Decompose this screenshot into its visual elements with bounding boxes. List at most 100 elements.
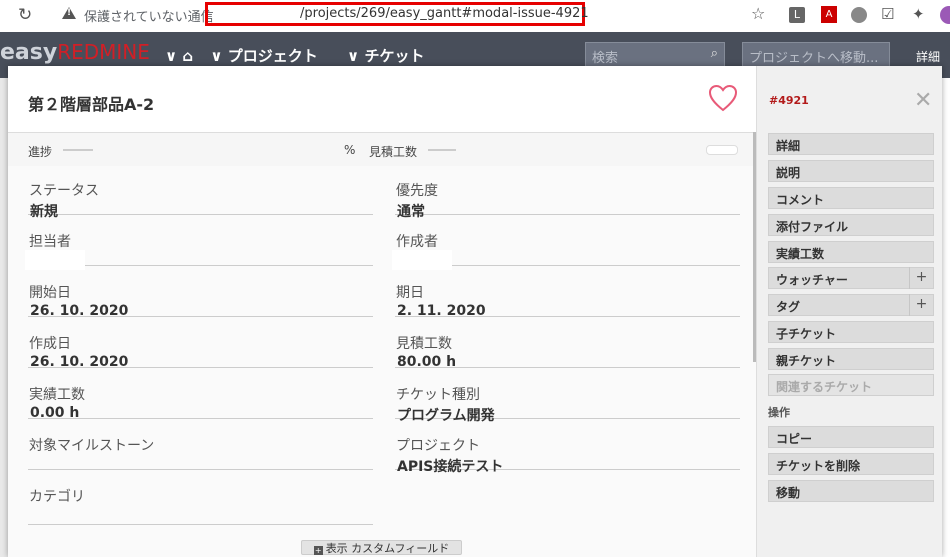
address-bar-url[interactable]: /projects/269/easy_gantt#modal-issue-492… xyxy=(300,6,589,21)
sidebar-item-related-issues: 関連するチケット xyxy=(768,374,934,396)
plus-icon: + xyxy=(313,546,323,555)
profile-avatar[interactable] xyxy=(940,6,950,24)
checklist-extension-icon[interactable]: ☑ xyxy=(881,5,894,23)
move-button[interactable]: 移動 xyxy=(768,480,934,502)
sidebar-item-comments[interactable]: コメント xyxy=(768,187,934,209)
field-created-on: 作成日 26. 10. 2020 xyxy=(28,319,373,370)
insecure-label[interactable]: 保護されていない通信 xyxy=(84,6,214,25)
home-menu-icon[interactable]: ∨ ⌂ xyxy=(165,47,193,65)
search-icon[interactable]: ⌕ xyxy=(711,46,718,61)
pdf-extension-icon[interactable]: A xyxy=(821,6,837,23)
field-label: チケット種別 xyxy=(396,387,480,403)
sidebar-item-tags[interactable]: タグ + xyxy=(768,294,934,316)
sidebar-item-label: 親チケット xyxy=(776,354,837,368)
add-watcher-button[interactable]: + xyxy=(909,267,933,289)
progress-label: 進捗 xyxy=(28,145,53,159)
redacted-value xyxy=(25,250,85,270)
operations-heading: 操作 xyxy=(768,406,790,419)
field-project[interactable]: プロジェクト APIS接続テスト xyxy=(395,421,740,475)
field-due-date[interactable]: 期日 2. 11. 2020 xyxy=(395,268,740,319)
field-label: プロジェクト xyxy=(396,438,480,454)
field-label: 見積工数 xyxy=(396,336,452,352)
field-tracker[interactable]: チケット種別 プログラム開発 xyxy=(395,370,740,424)
field-value: 2. 11. 2020 xyxy=(397,303,486,319)
field-category[interactable]: カテゴリ xyxy=(28,472,373,525)
sidebar-item-label: 子チケット xyxy=(776,327,837,341)
field-label: 開始日 xyxy=(29,285,71,301)
sidebar-item-watchers[interactable]: ウォッチャー + xyxy=(768,267,934,289)
field-assignee[interactable]: 担当者 xyxy=(25,217,373,270)
bookmark-star-icon[interactable]: ☆ xyxy=(751,4,765,23)
progress-bar xyxy=(63,149,93,151)
field-label: 実績工数 xyxy=(29,387,85,403)
sidebar-item-label: 実績工数 xyxy=(776,247,825,261)
field-value: APIS接続テスト xyxy=(397,459,504,475)
percent-sign: % xyxy=(344,143,356,157)
sidebar-item-label: 詳細 xyxy=(776,139,801,153)
estimated-input[interactable] xyxy=(706,145,738,155)
estimated-label: 見積工数 xyxy=(369,145,418,159)
sidebar-item-spent-time[interactable]: 実績工数 xyxy=(768,241,934,263)
custom-fields-label: 表示 カスタムフィールド xyxy=(325,542,450,555)
field-label: 対象マイルストーン xyxy=(29,438,155,454)
logo-easy: easy xyxy=(0,40,58,65)
search-input[interactable]: 検索 ⌕ xyxy=(585,42,725,68)
reload-icon[interactable]: ↻ xyxy=(18,5,32,25)
page-background xyxy=(0,78,8,557)
add-tag-button[interactable]: + xyxy=(909,294,933,316)
project-jump-select[interactable]: プロジェクトへ移動... xyxy=(742,42,890,68)
app-logo[interactable]: easyREDMINE xyxy=(0,40,150,65)
warning-icon[interactable] xyxy=(62,7,76,19)
delete-issue-button[interactable]: チケットを削除 xyxy=(768,453,934,475)
logo-redmine: REDMINE xyxy=(57,40,150,64)
field-author[interactable]: 作成者 xyxy=(392,217,740,270)
issue-title: 第２階層部品A-2 xyxy=(28,95,155,114)
puzzle-extensions-icon[interactable]: ✦ xyxy=(912,5,925,23)
sidebar-item-description[interactable]: 説明 xyxy=(768,160,934,182)
projects-menu-label: プロジェクト xyxy=(227,47,318,65)
sidebar-item-details[interactable]: 詳細 xyxy=(768,133,934,155)
field-label: カテゴリ xyxy=(29,489,85,505)
favorite-heart-icon[interactable] xyxy=(708,84,738,112)
issue-main-panel: 第２階層部品A-2 進捗 % 見積工数 ステータス 新規 優先度 通常 担当者 xyxy=(8,66,756,557)
close-icon[interactable]: ✕ xyxy=(914,88,932,113)
delete-label: チケットを削除 xyxy=(776,459,861,473)
sidebar-item-parent-task[interactable]: 親チケット xyxy=(768,348,934,370)
field-spent-time[interactable]: 実績工数 0.00 h xyxy=(28,370,373,421)
field-value: 80.00 h xyxy=(397,354,457,370)
field-label: ステータス xyxy=(29,183,99,199)
sidebar-item-attachments[interactable]: 添付ファイル xyxy=(768,214,934,236)
field-value: 26. 10. 2020 xyxy=(30,354,129,370)
extension-l-icon[interactable]: L xyxy=(789,7,805,23)
copy-button[interactable]: コピー xyxy=(768,426,934,448)
field-label: 担当者 xyxy=(29,234,71,250)
move-label: 移動 xyxy=(776,486,801,500)
sidebar-item-subtasks[interactable]: 子チケット xyxy=(768,321,934,343)
field-label: 期日 xyxy=(396,285,424,301)
sidebar-item-label: タグ xyxy=(776,300,801,314)
search-placeholder: 検索 xyxy=(592,51,619,66)
issue-sidebar: #4921 ✕ 詳細 説明 コメント 添付ファイル 実績工数 ウォッチャー + タ… xyxy=(756,66,942,557)
field-estimated-hours[interactable]: 見積工数 80.00 h xyxy=(395,319,740,370)
field-value: 26. 10. 2020 xyxy=(30,303,129,319)
field-value: 0.00 h xyxy=(30,405,80,421)
estimated-bar xyxy=(428,149,456,151)
field-priority[interactable]: 優先度 通常 xyxy=(395,166,740,220)
sidebar-item-label: コメント xyxy=(776,193,825,207)
issue-fields: ステータス 新規 優先度 通常 担当者 作成者 開始日 26. 10. 2020… xyxy=(8,166,756,557)
projects-menu[interactable]: ∨ プロジェクト xyxy=(210,47,329,65)
issue-id: #4921 xyxy=(769,94,809,107)
field-label: 作成日 xyxy=(29,336,71,352)
field-label: 作成者 xyxy=(396,234,438,250)
chat-extension-icon[interactable] xyxy=(851,7,867,23)
show-custom-fields-button[interactable]: + 表示 カスタムフィールド xyxy=(301,540,462,555)
field-label: 優先度 xyxy=(396,183,438,199)
field-start-date[interactable]: 開始日 26. 10. 2020 xyxy=(28,268,373,319)
field-version[interactable]: 対象マイルストーン xyxy=(28,421,373,470)
issues-menu-label: チケット xyxy=(364,47,425,65)
field-status[interactable]: ステータス 新規 xyxy=(28,166,373,220)
detail-link[interactable]: 詳細 xyxy=(916,48,940,65)
browser-toolbar: ↻ 保護されていない通信 /projects/269/easy_gantt#mo… xyxy=(0,0,950,32)
issues-menu[interactable]: ∨ チケット xyxy=(347,47,436,65)
sidebar-item-label: 説明 xyxy=(776,166,801,180)
